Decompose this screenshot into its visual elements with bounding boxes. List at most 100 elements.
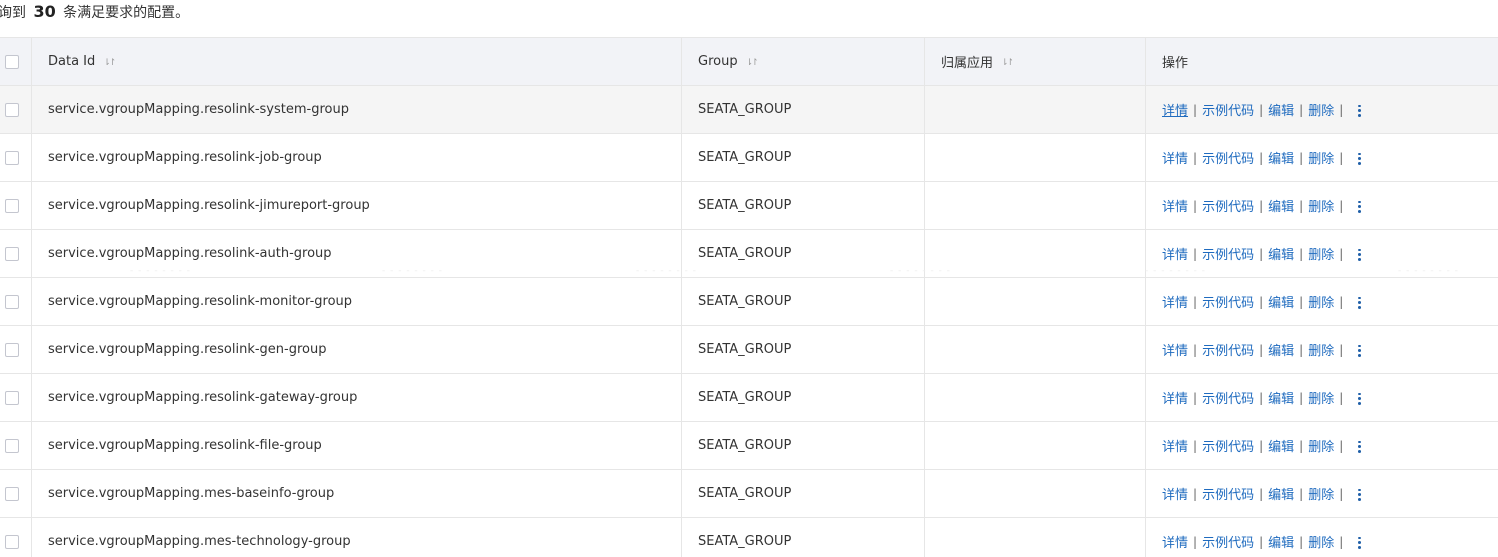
column-header-data-id[interactable]: Data Id ⇂↾ [32,38,682,85]
sample-code-link[interactable]: 示例代码 [1202,388,1254,407]
delete-link[interactable]: 删除 [1308,148,1334,167]
data-id-value: service.vgroupMapping.mes-baseinfo-group [48,486,335,501]
edit-link[interactable]: 编辑 [1268,532,1294,551]
ops-cell: 详情 | 示例代码 | 编辑 | 删除 | [1146,86,1498,133]
delete-link[interactable]: 删除 [1308,340,1334,359]
sample-code-link[interactable]: 示例代码 [1202,436,1254,455]
row-checkbox[interactable] [4,438,19,453]
row-checkbox[interactable] [4,342,19,357]
column-header-label: 归属应用 [941,56,994,71]
detail-link[interactable]: 详情 [1162,340,1188,359]
edit-link[interactable]: 编辑 [1268,100,1294,119]
group-value: SEATA_GROUP [698,150,792,165]
detail-link[interactable]: 详情 [1162,148,1188,167]
row-checkbox[interactable] [4,534,19,549]
sample-code-link[interactable]: 示例代码 [1202,532,1254,551]
ops-cell: 详情 | 示例代码 | 编辑 | 删除 | [1146,134,1498,181]
delete-link[interactable]: 删除 [1308,292,1334,311]
edit-link[interactable]: 编辑 [1268,484,1294,503]
delete-link[interactable]: 删除 [1308,196,1334,215]
delete-link[interactable]: 删除 [1308,484,1334,503]
separator: | [1339,102,1344,117]
delete-link[interactable]: 删除 [1308,436,1334,455]
detail-link[interactable]: 详情 [1162,436,1188,455]
delete-link[interactable]: 删除 [1308,532,1334,551]
data-id-value: service.vgroupMapping.resolink-monitor-g… [48,294,353,309]
row-checkbox[interactable] [4,486,19,501]
sample-code-link[interactable]: 示例代码 [1202,244,1254,263]
delete-link[interactable]: 删除 [1308,100,1334,119]
row-check-cell [0,86,32,133]
detail-link[interactable]: 详情 [1162,196,1188,215]
row-check-cell [0,134,32,181]
separator: | [1339,486,1344,501]
more-vertical-icon[interactable] [1354,104,1364,118]
column-header-label: Data Id [48,54,96,69]
row-actions: 详情 | 示例代码 | 编辑 | 删除 | [1162,148,1364,167]
more-vertical-icon[interactable] [1354,200,1364,214]
column-header-label: Group [698,54,738,69]
sample-code-link[interactable]: 示例代码 [1202,100,1254,119]
data-id-value: service.vgroupMapping.mes-technology-gro… [48,534,351,549]
delete-link[interactable]: 删除 [1308,244,1334,263]
edit-link[interactable]: 编辑 [1268,340,1294,359]
more-vertical-icon[interactable] [1354,152,1364,166]
row-checkbox[interactable] [4,150,19,165]
detail-link[interactable]: 详情 [1162,100,1188,119]
more-vertical-icon[interactable] [1354,488,1364,502]
separator: | [1339,342,1344,357]
row-checkbox[interactable] [4,102,19,117]
more-vertical-icon[interactable] [1354,344,1364,358]
data-id-value: service.vgroupMapping.resolink-system-gr… [48,102,349,117]
row-checkbox[interactable] [4,390,19,405]
separator: | [1339,438,1344,453]
more-vertical-icon[interactable] [1354,392,1364,406]
edit-link[interactable]: 编辑 [1268,388,1294,407]
row-check-cell [0,182,32,229]
sort-icon[interactable]: ⇂↾ [103,58,116,68]
data-id-cell: service.vgroupMapping.mes-baseinfo-group [32,470,682,517]
separator: | [1259,198,1264,213]
column-header-app[interactable]: 归属应用 ⇂↾ [925,38,1146,85]
detail-link[interactable]: 详情 [1162,244,1188,263]
more-vertical-icon[interactable] [1354,440,1364,454]
group-value: SEATA_GROUP [698,534,792,549]
more-vertical-icon[interactable] [1354,536,1364,550]
data-id-cell: service.vgroupMapping.resolink-gateway-g… [32,374,682,421]
column-header-group[interactable]: Group ⇂↾ [682,38,925,85]
edit-link[interactable]: 编辑 [1268,196,1294,215]
edit-link[interactable]: 编辑 [1268,244,1294,263]
detail-link[interactable]: 详情 [1162,484,1188,503]
more-vertical-icon[interactable] [1354,296,1364,310]
select-all-checkbox[interactable] [4,54,19,69]
data-id-cell: service.vgroupMapping.resolink-monitor-g… [32,278,682,325]
row-actions: 详情 | 示例代码 | 编辑 | 删除 | [1162,340,1364,359]
row-check-cell [0,470,32,517]
edit-link[interactable]: 编辑 [1268,292,1294,311]
row-checkbox[interactable] [4,198,19,213]
group-value: SEATA_GROUP [698,198,792,213]
sample-code-link[interactable]: 示例代码 [1202,484,1254,503]
edit-link[interactable]: 编辑 [1268,148,1294,167]
ops-cell: 详情 | 示例代码 | 编辑 | 删除 | [1146,518,1498,557]
more-vertical-icon[interactable] [1354,248,1364,262]
sample-code-link[interactable]: 示例代码 [1202,292,1254,311]
detail-link[interactable]: 详情 [1162,292,1188,311]
row-checkbox[interactable] [4,294,19,309]
app-cell [925,518,1146,557]
separator: | [1259,534,1264,549]
sample-code-link[interactable]: 示例代码 [1202,148,1254,167]
row-checkbox[interactable] [4,246,19,261]
edit-link[interactable]: 编辑 [1268,436,1294,455]
delete-link[interactable]: 删除 [1308,388,1334,407]
detail-link[interactable]: 详情 [1162,532,1188,551]
detail-link[interactable]: 详情 [1162,388,1188,407]
sort-icon[interactable]: ⇂↾ [1001,58,1014,68]
sort-icon[interactable]: ⇂↾ [746,58,759,68]
group-cell: SEATA_GROUP [682,374,925,421]
row-check-cell [0,518,32,557]
sample-code-link[interactable]: 示例代码 [1202,340,1254,359]
separator: | [1193,102,1198,117]
sample-code-link[interactable]: 示例代码 [1202,196,1254,215]
table-row: service.vgroupMapping.resolink-auth-grou… [0,230,1498,278]
